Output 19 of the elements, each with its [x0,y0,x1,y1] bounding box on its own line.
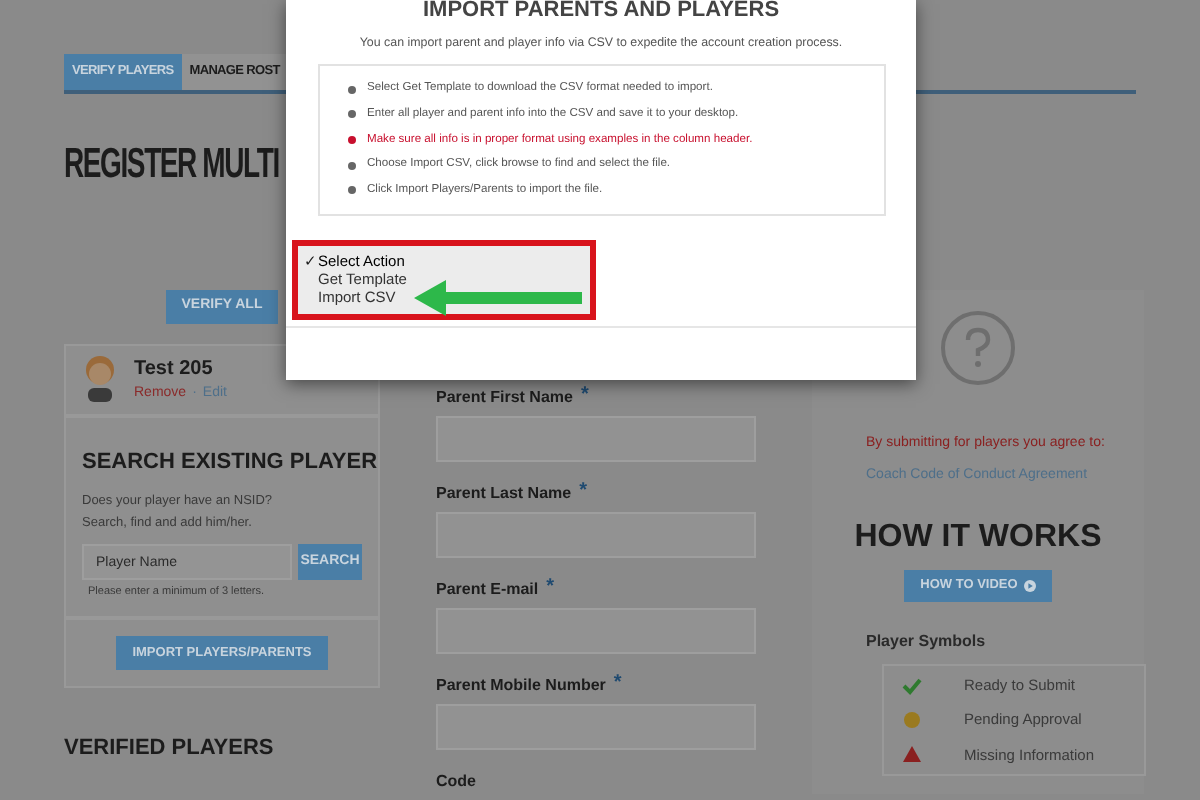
avatar-icon [82,354,118,402]
section-title: VERIFIED PLAYERS [64,734,276,765]
legend-title: Player Symbols [866,630,986,654]
help-icon [940,310,1016,386]
dialog-title: IMPORT PARENTS AND PLAYERS [422,0,780,24]
field-label: Parent Mobile Number [436,674,606,698]
player-name: Test 205 [134,356,215,384]
field-label: Parent Last Name [436,482,572,506]
section-title: HOW IT WORKS [854,518,1102,558]
play-icon [1023,580,1036,592]
field-label: Parent First Name [436,386,573,410]
required-mark: * [613,674,622,698]
required-mark: * [579,482,587,506]
required-mark: * [580,386,589,410]
required-mark: * [546,578,555,602]
page-title: REGISTER MULTI [64,141,279,183]
field-label: Code [436,770,476,794]
section-title: SEARCH EXISTING PLAYER [82,447,378,477]
field-label: Parent E-mail [436,578,539,602]
